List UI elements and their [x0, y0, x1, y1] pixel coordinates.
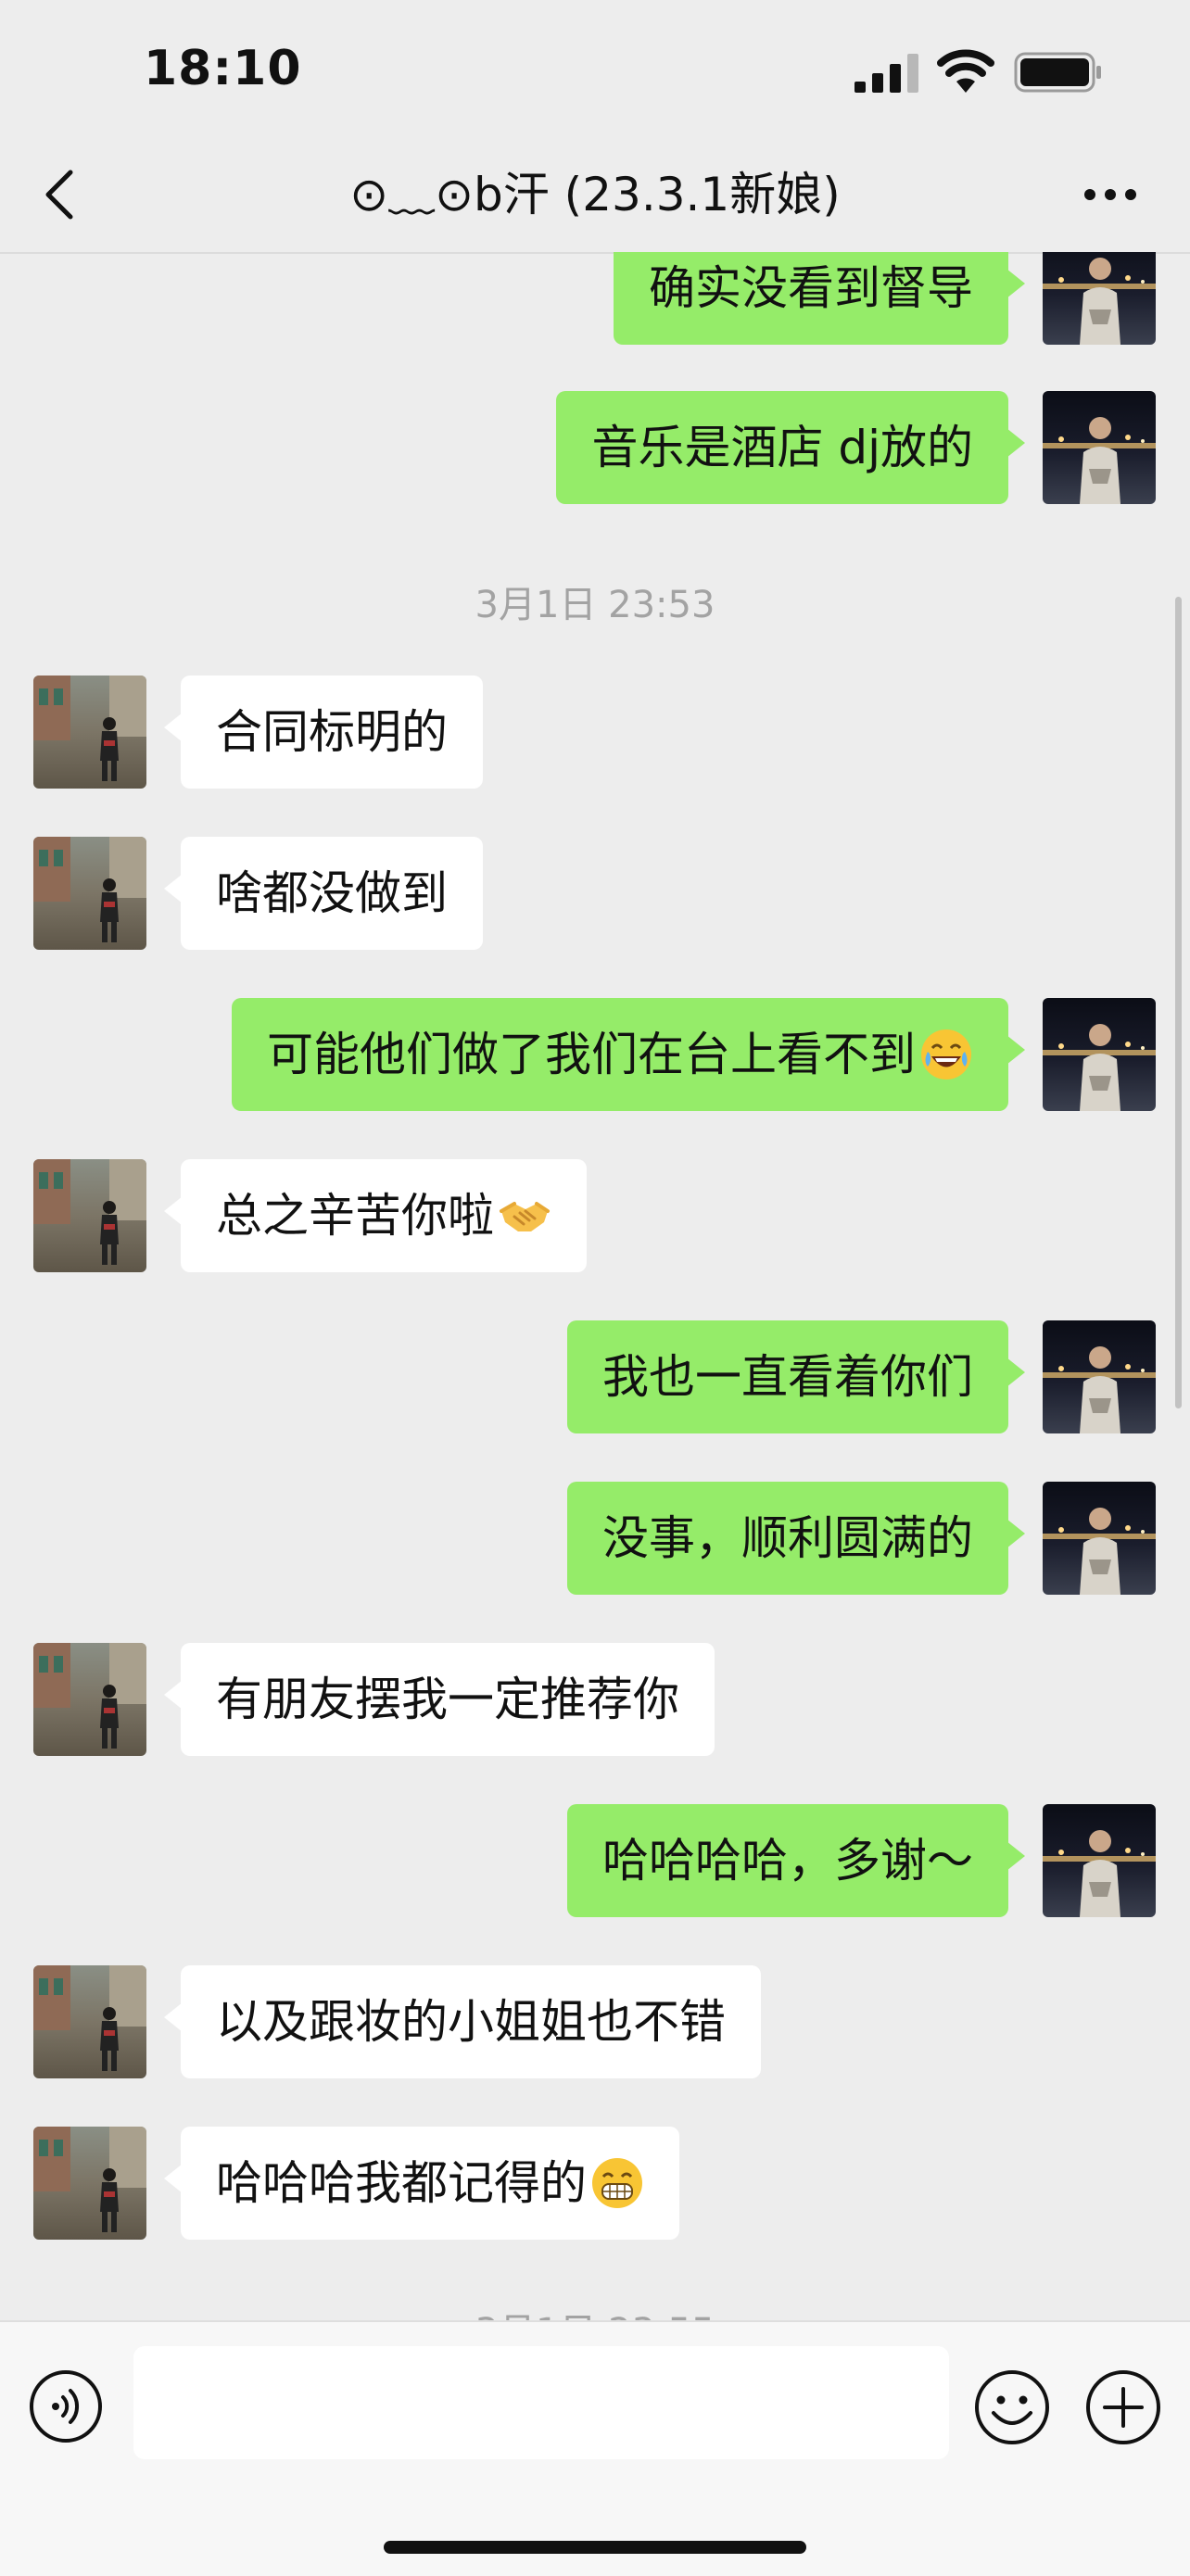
message-bubble-sent[interactable]: 确实没看到督导: [614, 252, 1025, 345]
my-avatar[interactable]: [1043, 252, 1156, 345]
message-timestamp: 3月1日 23:53: [475, 584, 715, 626]
message-row-sent: 哈哈哈哈，多谢～: [0, 1804, 1190, 1917]
my-avatar[interactable]: [1043, 1320, 1156, 1433]
message-row-received: 哈哈哈我都记得的: [0, 2127, 1190, 2240]
chat-header: ⊙﹏⊙b汗 (23.3.1新娘): [0, 139, 1190, 254]
wifi-icon: [937, 49, 994, 93]
contact-avatar[interactable]: [33, 837, 146, 950]
status-time: 18:10: [144, 41, 302, 96]
chat-title: ⊙﹏⊙b汗 (23.3.1新娘): [349, 168, 841, 221]
scrollbar[interactable]: [1175, 597, 1182, 1408]
contact-avatar[interactable]: [33, 676, 146, 789]
input-bar: [0, 2320, 1190, 2576]
message-bubble-sent[interactable]: 没事，顺利圆满的: [567, 1482, 1025, 1595]
my-avatar[interactable]: [1043, 998, 1156, 1111]
message-bubble-sent[interactable]: 我也一直看着你们: [567, 1320, 1025, 1433]
home-indicator: [384, 2541, 806, 2554]
contact-avatar[interactable]: [33, 1643, 146, 1756]
message-bubble-received[interactable]: 啥都没做到: [164, 837, 483, 950]
grin-emoji-icon: [592, 2157, 642, 2208]
back-icon[interactable]: [37, 165, 83, 224]
message-bubble-received[interactable]: 总之辛苦你啦: [164, 1159, 587, 1272]
my-avatar[interactable]: [1043, 1482, 1156, 1595]
plus-icon[interactable]: [1084, 2368, 1162, 2446]
more-icon[interactable]: [1082, 182, 1138, 208]
message-bubble-received[interactable]: 合同标明的: [164, 676, 483, 789]
voice-icon[interactable]: [28, 2368, 104, 2444]
contact-avatar[interactable]: [33, 1965, 146, 2078]
emoji-face-icon[interactable]: [973, 2368, 1051, 2446]
handshake-emoji-icon: [500, 1201, 550, 1231]
my-avatar[interactable]: [1043, 1804, 1156, 1917]
contact-avatar[interactable]: [33, 2127, 146, 2240]
message-timestamp: 3月1日 23:55: [0, 2302, 1190, 2320]
message-row-sent: 确实没看到督导: [0, 252, 1190, 345]
message-bubble-received[interactable]: 有朋友摆我一定推荐你: [164, 1643, 715, 1756]
message-list[interactable]: 确实没看到督导 音乐是酒店 dj放的 3月1日 23:53 合同标明的 啥都没做…: [0, 252, 1190, 2320]
message-bubble-received[interactable]: 以及跟妆的小姐姐也不错: [164, 1965, 761, 2078]
message-row-sent: 我也一直看着你们: [0, 1320, 1190, 1433]
joy-emoji-icon: [921, 1029, 971, 1080]
message-bubble-sent[interactable]: 音乐是酒店 dj放的: [556, 391, 1025, 504]
message-input[interactable]: [133, 2346, 949, 2459]
message-row-sent: 可能他们做了我们在台上看不到: [0, 998, 1190, 1111]
battery-icon: [1014, 52, 1101, 93]
message-row-received: 啥都没做到: [0, 837, 1190, 950]
message-row-sent: 音乐是酒店 dj放的: [0, 391, 1190, 504]
message-bubble-sent[interactable]: 可能他们做了我们在台上看不到: [232, 998, 1025, 1111]
message-bubble-sent[interactable]: 哈哈哈哈，多谢～: [567, 1804, 1025, 1917]
message-bubble-received[interactable]: 哈哈哈我都记得的: [164, 2127, 679, 2240]
status-bar: 18:10: [0, 0, 1190, 139]
message-text: 总之辛苦你啦: [216, 1189, 494, 1243]
my-avatar[interactable]: [1043, 391, 1156, 504]
message-row-received: 有朋友摆我一定推荐你: [0, 1643, 1190, 1756]
message-row-sent: 没事，顺利圆满的: [0, 1482, 1190, 1595]
message-row-received: 合同标明的: [0, 676, 1190, 789]
message-row-received: 总之辛苦你啦: [0, 1159, 1190, 1272]
message-text: 可能他们做了我们在台上看不到: [267, 1028, 916, 1081]
cellular-signal-icon: [855, 54, 918, 93]
message-text: 哈哈哈我都记得的: [216, 2156, 587, 2210]
contact-avatar[interactable]: [33, 1159, 146, 1272]
message-row-received: 以及跟妆的小姐姐也不错: [0, 1965, 1190, 2078]
